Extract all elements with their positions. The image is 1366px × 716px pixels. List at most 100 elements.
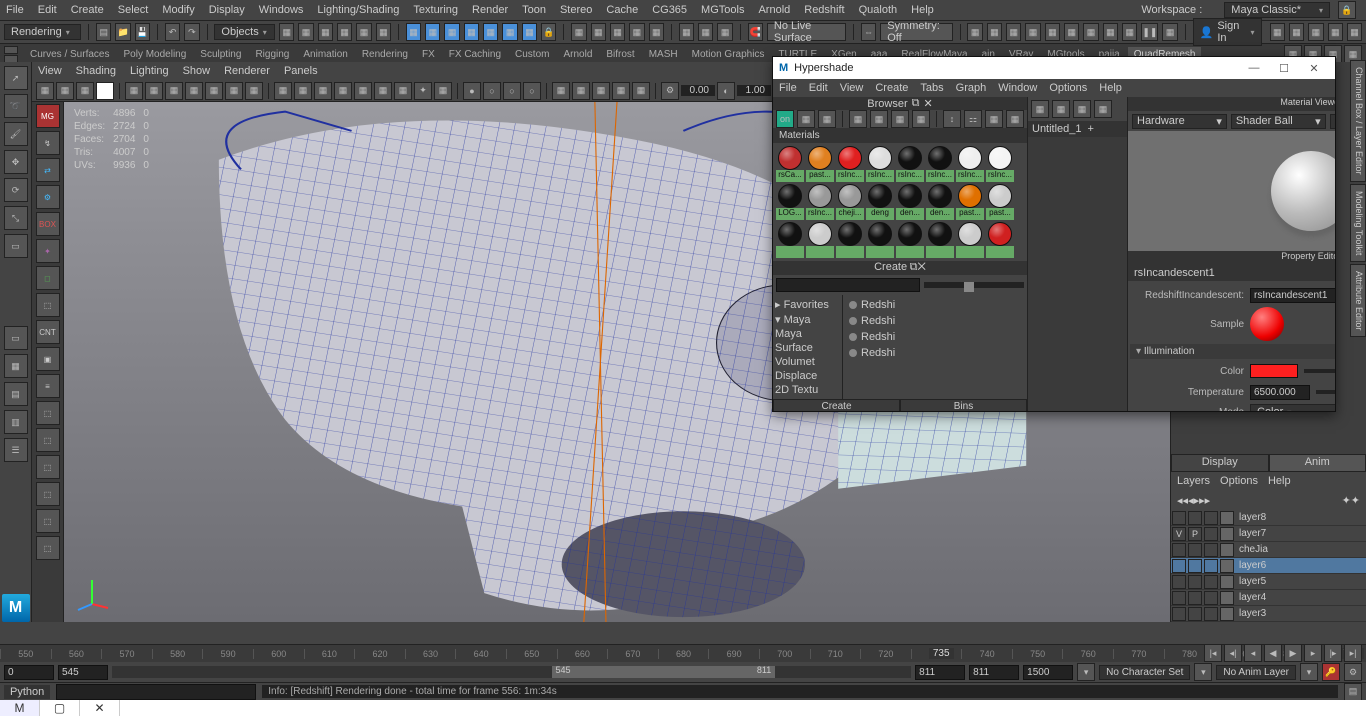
script-lang-button[interactable]: Python — [4, 685, 50, 699]
material-swatch[interactable] — [896, 222, 924, 258]
selmask-icon[interactable]: ▦ — [279, 23, 294, 41]
vp-icon[interactable]: ○ — [523, 82, 541, 100]
lock-icon[interactable]: 🔒 — [541, 23, 556, 41]
menu-qualoth[interactable]: Qualoth — [859, 4, 898, 16]
vp-menu-show[interactable]: Show — [183, 65, 211, 77]
create-tree[interactable]: ▸ Favorites▾ Maya Maya Surface Volumet D… — [773, 295, 843, 399]
command-input[interactable] — [56, 684, 256, 700]
sym-icon[interactable]: ⇔ — [861, 23, 876, 41]
save-scene-icon[interactable]: 💾 — [135, 23, 150, 41]
rotate-tool-icon[interactable]: ⟳ — [4, 178, 28, 202]
panel-icon[interactable]: ▦ — [1006, 23, 1021, 41]
snap-icon[interactable]: ▦ — [406, 23, 421, 41]
hs-menu-item[interactable]: Window — [998, 82, 1037, 94]
menu-texturing[interactable]: Texturing — [413, 4, 458, 16]
vp-icon[interactable]: ▦ — [334, 82, 352, 100]
select-tool-icon[interactable]: ➚ — [4, 66, 28, 90]
material-swatch[interactable] — [806, 222, 834, 258]
selection-mode-dropdown[interactable]: Objects — [214, 24, 275, 40]
vp-icon[interactable]: ▦ — [125, 82, 143, 100]
last-tool-icon[interactable]: ▭ — [4, 234, 28, 258]
vp-icon[interactable]: ▦ — [245, 82, 263, 100]
layout-four-icon[interactable]: ▦ — [4, 354, 28, 378]
undo-icon[interactable]: ↶ — [165, 23, 180, 41]
vp-icon[interactable]: ▦ — [434, 82, 452, 100]
vp-icon[interactable]: ▦ — [56, 82, 74, 100]
layer-row[interactable]: cheJia — [1171, 542, 1366, 558]
outliner-icon[interactable]: ☰ — [4, 438, 28, 462]
panel-icon[interactable]: ▦ — [987, 23, 1002, 41]
node-name-field[interactable]: rsIncandescent1 — [1128, 265, 1335, 281]
vp-icon[interactable]: ▦ — [36, 82, 54, 100]
create-item[interactable]: Redshi — [845, 313, 1025, 329]
create-search-input[interactable] — [776, 278, 920, 292]
selmask-icon[interactable]: ▦ — [337, 23, 352, 41]
hs-icon[interactable]: ▦ — [818, 110, 836, 128]
symmetry-button[interactable]: Symmetry: Off — [880, 23, 952, 41]
menu-file[interactable]: File — [6, 4, 24, 16]
hs-icon[interactable]: ▦ — [849, 110, 867, 128]
material-swatch[interactable] — [776, 222, 804, 258]
mgtool-icon[interactable]: ⬚ — [36, 428, 60, 452]
mgtool-box-icon[interactable]: BOX — [36, 212, 60, 236]
vp-icon[interactable]: ▦ — [354, 82, 372, 100]
vp-icon[interactable]: ○ — [503, 82, 521, 100]
material-swatch[interactable]: den... — [926, 184, 954, 220]
layer-row[interactable]: VPlayer7 — [1171, 526, 1366, 542]
live-surface-button[interactable]: No Live Surface — [767, 23, 846, 41]
popout-icon[interactable]: ⧉ — [912, 97, 920, 110]
tree-item[interactable]: Surface — [775, 341, 840, 355]
move-tool-icon[interactable]: ✥ — [4, 150, 28, 174]
shelf-tab[interactable]: FX — [416, 47, 441, 62]
illumination-section[interactable]: Illumination — [1130, 344, 1335, 359]
menu-select[interactable]: Select — [118, 4, 149, 16]
menu-mgtools[interactable]: MGTools — [701, 4, 744, 16]
layer-row[interactable]: layer8 — [1171, 510, 1366, 526]
material-swatch[interactable] — [956, 222, 984, 258]
new-scene-icon[interactable]: ▤ — [96, 23, 111, 41]
hs-icon[interactable]: ▦ — [870, 110, 888, 128]
layers-help-menu[interactable]: Help — [1268, 475, 1291, 487]
vp-icon[interactable]: ▦ — [572, 82, 590, 100]
graph-icon[interactable]: ▦ — [1094, 100, 1112, 118]
range-out-input[interactable] — [915, 665, 965, 680]
range-start-input[interactable] — [4, 665, 54, 680]
selmask-icon[interactable]: ▦ — [376, 23, 391, 41]
current-time-marker[interactable]: 735 — [929, 648, 954, 659]
selmask-icon[interactable]: ▦ — [356, 23, 371, 41]
history-icon[interactable]: ▦ — [591, 23, 606, 41]
mgtool-icon[interactable]: ⬚ — [36, 401, 60, 425]
vp-menu-view[interactable]: View — [38, 65, 62, 77]
material-swatch[interactable]: LOG... — [776, 184, 804, 220]
snap-icon[interactable]: ▦ — [483, 23, 498, 41]
hs-icon[interactable]: ▦ — [1006, 110, 1024, 128]
graph-tab[interactable]: Untitled_1 — [1032, 123, 1082, 135]
play-fwd-icon[interactable]: ▶ — [1284, 644, 1302, 662]
create-item[interactable]: Redshi — [845, 329, 1025, 345]
graph-icon[interactable]: ▦ — [1031, 100, 1049, 118]
mv-env-dropdown[interactable]: Interior1 Color▾ — [1330, 114, 1335, 129]
hs-icon[interactable]: ▦ — [985, 110, 1003, 128]
hs-icon[interactable]: ↕ — [943, 110, 961, 128]
render-icon[interactable]: ▦ — [717, 23, 732, 41]
material-swatch[interactable]: cheji... — [836, 184, 864, 220]
range-end-input[interactable] — [969, 665, 1019, 680]
material-swatch[interactable]: rsInc... — [836, 146, 864, 182]
mv-geometry-dropdown[interactable]: Shader Ball▾ — [1231, 114, 1326, 129]
scale-tool-icon[interactable]: ⤡ — [4, 206, 28, 230]
create-item[interactable]: Redshi — [845, 345, 1025, 361]
menu-redshift[interactable]: Redshift — [804, 4, 844, 16]
shelf-tab[interactable]: Curves / Surfaces — [24, 47, 115, 62]
close-button[interactable]: ✕ — [1299, 62, 1329, 75]
menu-lighting[interactable]: Lighting/Shading — [317, 4, 399, 16]
layer-new-icon[interactable]: ✦ — [1342, 494, 1351, 507]
vp-icon[interactable]: ◐ — [717, 82, 735, 100]
layer-row[interactable]: layer4 — [1171, 590, 1366, 606]
layer-row[interactable]: layer5 — [1171, 574, 1366, 590]
minimize-button[interactable]: — — [1239, 62, 1269, 74]
mgtool-icon[interactable]: ✦ — [36, 239, 60, 263]
maximize-button[interactable]: ☐ — [1269, 62, 1299, 75]
layers-options-menu[interactable]: Options — [1220, 475, 1258, 487]
panel-icon[interactable]: ▦ — [1083, 23, 1098, 41]
material-swatch[interactable] — [926, 222, 954, 258]
